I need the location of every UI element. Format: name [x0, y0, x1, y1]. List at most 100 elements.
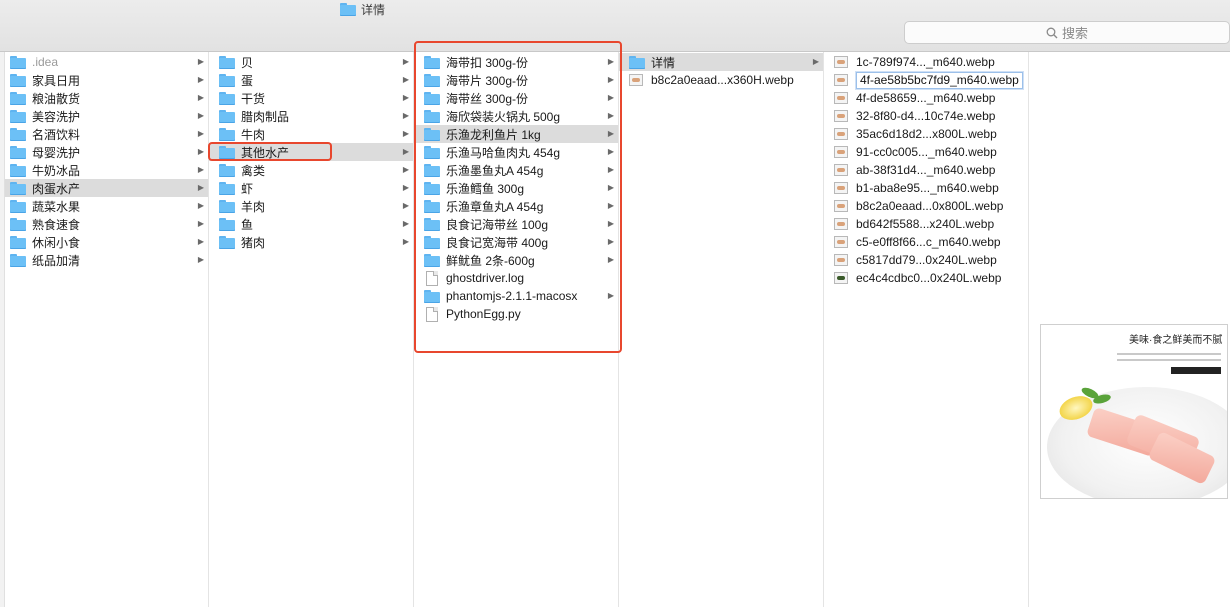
row-label: 猪肉: [241, 235, 266, 250]
folder-icon: [219, 73, 235, 87]
disclosure-arrow-icon: ▶: [402, 129, 409, 138]
folder-row[interactable]: 家具日用 ▶: [0, 71, 208, 89]
folder-row[interactable]: 良食记海带丝 100g ▶: [414, 215, 618, 233]
row-label: b1-aba8e95..._m640.webp: [856, 181, 999, 195]
file-row[interactable]: ec4c4cdbc0...0x240L.webp: [824, 269, 1028, 287]
folder-row[interactable]: 干货 ▶: [209, 89, 413, 107]
folder-row[interactable]: 休闲小食 ▶: [0, 233, 208, 251]
folder-row[interactable]: 海带片 300g-份 ▶: [414, 71, 618, 89]
folder-row[interactable]: 其他水产 ▶: [209, 143, 413, 161]
row-label: 其他水产: [241, 145, 290, 160]
folder-row[interactable]: 粮油散货 ▶: [0, 89, 208, 107]
document-icon: [426, 306, 438, 322]
folder-row[interactable]: 蔬菜水果 ▶: [0, 197, 208, 215]
file-row[interactable]: 1c-789f974..._m640.webp: [824, 53, 1028, 71]
image-thumbnail-icon: [834, 254, 848, 266]
disclosure-arrow-icon: ▶: [402, 165, 409, 174]
row-label: b8c2a0eaad...x360H.webp: [651, 73, 794, 87]
folder-row[interactable]: 纸品加清 ▶: [0, 251, 208, 269]
folder-row[interactable]: 肉蛋水产 ▶: [0, 179, 208, 197]
folder-row[interactable]: 牛肉 ▶: [209, 125, 413, 143]
folder-icon: [424, 289, 440, 303]
folder-icon: [10, 253, 26, 267]
folder-row[interactable]: 禽类 ▶: [209, 161, 413, 179]
image-thumbnail-icon: [834, 164, 848, 176]
column-5[interactable]: 1c-789f974..._m640.webp 4f-ae58b5bc7fd9_m…: [824, 52, 1029, 607]
row-label: c5-e0ff8f66...c_m640.webp: [856, 235, 1001, 249]
folder-row[interactable]: 海欣袋装火锅丸 500g ▶: [414, 107, 618, 125]
row-label: 1c-789f974..._m640.webp: [856, 55, 995, 69]
folder-row[interactable]: 乐渔章鱼丸A 454g ▶: [414, 197, 618, 215]
folder-row[interactable]: 鲜鱿鱼 2条-600g ▶: [414, 251, 618, 269]
row-label: PythonEgg.py: [446, 307, 521, 321]
folder-row[interactable]: 详情 ▶: [619, 53, 823, 71]
disclosure-arrow-icon: ▶: [197, 93, 204, 102]
folder-row[interactable]: 猪肉 ▶: [209, 233, 413, 251]
folder-row[interactable]: 乐渔龙利鱼片 1kg ▶: [414, 125, 618, 143]
row-label: 干货: [241, 91, 266, 106]
file-row[interactable]: 91-cc0c005..._m640.webp: [824, 143, 1028, 161]
disclosure-arrow-icon: ▶: [607, 255, 614, 264]
disclosure-arrow-icon: ▶: [197, 111, 204, 120]
file-row[interactable]: ab-38f31d4..._m640.webp: [824, 161, 1028, 179]
row-label: 海欣袋装火锅丸 500g: [446, 109, 561, 124]
row-label: 羊肉: [241, 199, 266, 214]
file-row[interactable]: b8c2a0eaad...x360H.webp: [619, 71, 823, 89]
image-thumbnail-icon: [834, 74, 848, 86]
file-row[interactable]: c5-e0ff8f66...c_m640.webp: [824, 233, 1028, 251]
folder-row[interactable]: 良食记宽海带 400g ▶: [414, 233, 618, 251]
disclosure-arrow-icon: ▶: [607, 111, 614, 120]
disclosure-arrow-icon: ▶: [402, 147, 409, 156]
window-title: 详情: [340, 0, 385, 18]
folder-icon: [424, 109, 440, 123]
search-input[interactable]: 搜索: [904, 21, 1230, 44]
folder-row[interactable]: 贝 ▶: [209, 53, 413, 71]
file-row[interactable]: 4f-ae58b5bc7fd9_m640.webp: [824, 71, 1028, 89]
preview-title: 美味·食之鲜美而不腻: [1129, 335, 1223, 346]
folder-row[interactable]: 蛋 ▶: [209, 71, 413, 89]
folder-row[interactable]: phantomjs-2.1.1-macosx ▶: [414, 287, 618, 305]
disclosure-arrow-icon: ▶: [607, 57, 614, 66]
file-row[interactable]: c5817dd79...0x240L.webp: [824, 251, 1028, 269]
folder-row[interactable]: 熟食速食 ▶: [0, 215, 208, 233]
column-2[interactable]: 贝 ▶ 蛋 ▶ 干货 ▶ 腊肉制品 ▶ 牛肉 ▶ 其他水产 ▶ 禽类 ▶ 虾 ▶ 羊肉 ▶ 鱼 ▶ 猪肉 ▶: [209, 52, 414, 607]
folder-row[interactable]: 美容洗护 ▶: [0, 107, 208, 125]
file-row[interactable]: bd642f5588...x240L.webp: [824, 215, 1028, 233]
folder-row[interactable]: 乐渔马哈鱼肉丸 454g ▶: [414, 143, 618, 161]
row-label: 禽类: [241, 163, 266, 178]
folder-row[interactable]: 虾 ▶: [209, 179, 413, 197]
image-thumbnail-icon: [834, 182, 848, 194]
folder-icon: [10, 199, 26, 213]
disclosure-arrow-icon: ▶: [197, 147, 204, 156]
folder-row[interactable]: 牛奶冰品 ▶: [0, 161, 208, 179]
column-4[interactable]: 详情 ▶ b8c2a0eaad...x360H.webp: [619, 52, 824, 607]
row-label: .idea: [32, 55, 59, 69]
image-thumbnail-icon: [834, 200, 848, 212]
folder-row[interactable]: 海带扣 300g-份 ▶: [414, 53, 618, 71]
row-label: 乐渔鳕鱼 300g: [446, 181, 525, 196]
filename-edit-field[interactable]: 4f-ae58b5bc7fd9_m640.webp: [856, 71, 1023, 89]
column-3[interactable]: 海带扣 300g-份 ▶ 海带片 300g-份 ▶ 海带丝 300g-份 ▶ 海欣袋装火锅丸…: [414, 52, 619, 607]
folder-row[interactable]: 腊肉制品 ▶: [209, 107, 413, 125]
folder-icon: [424, 145, 440, 159]
row-label: 鲜鱿鱼 2条-600g: [446, 253, 535, 268]
file-row[interactable]: PythonEgg.py: [414, 305, 618, 323]
column-1[interactable]: .idea ▶ 家具日用 ▶ 粮油散货 ▶ 美容洗护 ▶ 名酒饮料 ▶ 母婴洗护 ▶ 牛奶冰品 ▶ 肉蛋水产…: [0, 52, 209, 607]
folder-row[interactable]: 羊肉 ▶: [209, 197, 413, 215]
file-row[interactable]: ghostdriver.log: [414, 269, 618, 287]
folder-row[interactable]: 海带丝 300g-份 ▶: [414, 89, 618, 107]
file-row[interactable]: 4f-de58659..._m640.webp: [824, 89, 1028, 107]
image-thumbnail-icon: [834, 56, 848, 68]
file-row[interactable]: 32-8f80-d4...10c74e.webp: [824, 107, 1028, 125]
folder-row[interactable]: .idea ▶: [0, 53, 208, 71]
folder-row[interactable]: 乐渔墨鱼丸A 454g ▶: [414, 161, 618, 179]
disclosure-arrow-icon: ▶: [812, 57, 819, 66]
row-label: 乐渔龙利鱼片 1kg: [446, 127, 541, 142]
folder-row[interactable]: 乐渔鳕鱼 300g ▶: [414, 179, 618, 197]
file-row[interactable]: b8c2a0eaad...0x800L.webp: [824, 197, 1028, 215]
file-row[interactable]: b1-aba8e95..._m640.webp: [824, 179, 1028, 197]
folder-row[interactable]: 母婴洗护 ▶: [0, 143, 208, 161]
file-row[interactable]: 35ac6d18d2...x800L.webp: [824, 125, 1028, 143]
folder-row[interactable]: 鱼 ▶: [209, 215, 413, 233]
folder-row[interactable]: 名酒饮料 ▶: [0, 125, 208, 143]
